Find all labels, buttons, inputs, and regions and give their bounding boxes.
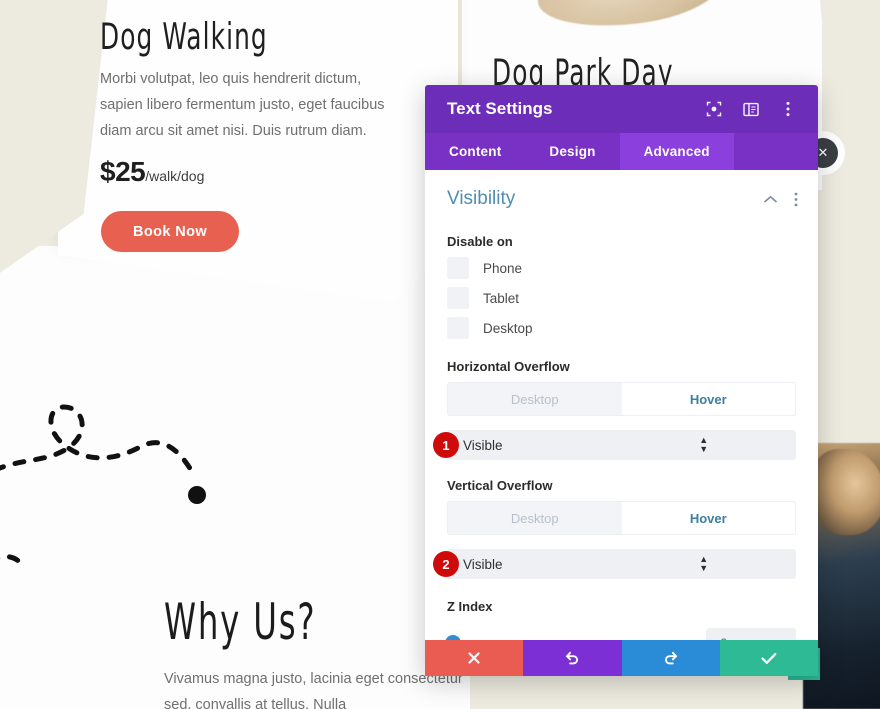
disable-on-label: Disable on <box>447 234 513 249</box>
undo-button[interactable] <box>523 640 622 676</box>
modal-header-actions <box>705 101 796 118</box>
horizontal-overflow-label: Horizontal Overflow <box>447 359 570 374</box>
horizontal-overflow-value: Visible <box>463 437 503 453</box>
step-badge-1: 1 <box>433 432 459 458</box>
horizontal-overflow-hover-tab[interactable]: Hover <box>621 383 795 415</box>
cancel-button[interactable] <box>425 640 524 676</box>
visibility-section-header: Visibility <box>425 170 818 218</box>
section-more-vertical-icon[interactable] <box>794 192 798 207</box>
checkbox-desktop[interactable] <box>447 317 469 339</box>
checkbox-row-tablet[interactable]: Tablet <box>425 287 818 309</box>
horizontal-overflow-desktop-tab[interactable]: Desktop <box>448 383 622 415</box>
select-arrows-icon: ▲ ▼ <box>699 435 709 454</box>
modal-header: Text Settings <box>425 85 818 133</box>
tab-advanced[interactable]: Advanced <box>619 133 734 170</box>
checkbox-label-phone: Phone <box>483 260 523 276</box>
why-us-heading: Why Us? <box>164 594 317 652</box>
tab-design[interactable]: Design <box>525 133 619 170</box>
checkbox-phone[interactable] <box>447 257 469 279</box>
chevron-up-icon[interactable] <box>763 195 778 204</box>
vertical-overflow-toggle: Desktop Hover <box>447 501 796 535</box>
focus-icon[interactable] <box>705 101 722 118</box>
pricing-card-price-row: $25/walk/dog <box>100 156 204 188</box>
pricing-card-title: Dog Walking <box>100 16 268 59</box>
redo-button[interactable] <box>621 640 720 676</box>
z-index-value[interactable]: 0 <box>706 628 796 640</box>
modal-body: Visibility Disable on Phone Tablet Deskt… <box>425 170 818 640</box>
z-index-slider-row: 0 <box>425 628 818 640</box>
save-button[interactable] <box>719 640 818 676</box>
z-index-label: Z Index <box>447 599 493 614</box>
section-title: Visibility <box>447 188 516 209</box>
tab-content[interactable]: Content <box>425 133 525 170</box>
why-us-body: Vivamus magna justo, lacinia eget consec… <box>164 671 463 709</box>
pricing-card-body: Morbi volutpat, leo quis hendrerit dictu… <box>100 71 385 139</box>
horizontal-overflow-select[interactable]: Visible ▲ ▼ <box>447 430 796 460</box>
horizontal-overflow-select-row: 1 Visible ▲ ▼ <box>425 430 818 460</box>
checkbox-label-tablet: Tablet <box>483 290 520 306</box>
vertical-overflow-desktop-tab[interactable]: Desktop <box>448 502 622 534</box>
modal-tabs: Content Design Advanced <box>425 133 818 170</box>
modal-title: Text Settings <box>447 99 553 118</box>
text-settings-modal: Text Settings Content Design Advanced Vi… <box>425 85 818 676</box>
checkbox-row-desktop[interactable]: Desktop <box>425 317 818 339</box>
z-index-slider-handle[interactable] <box>445 635 461 640</box>
more-vertical-icon[interactable] <box>779 101 796 118</box>
horizontal-overflow-toggle: Desktop Hover <box>447 382 796 416</box>
book-now-button[interactable]: Book Now <box>101 211 239 252</box>
checkbox-row-phone[interactable]: Phone <box>425 257 818 279</box>
pricing-card-price-unit: /walk/dog <box>145 168 205 184</box>
pricing-card-price: $25 <box>100 156 146 187</box>
screenshot-root: Dog Walking Morbi volutpat, leo quis hen… <box>0 0 880 709</box>
checkbox-label-desktop: Desktop <box>483 320 533 336</box>
vertical-overflow-label: Vertical Overflow <box>447 478 553 493</box>
step-badge-2: 2 <box>433 551 459 577</box>
vertical-overflow-value: Visible <box>463 556 503 572</box>
select-arrows-icon-2: ▲ ▼ <box>699 554 709 573</box>
vertical-overflow-select[interactable]: Visible ▲ ▼ <box>447 549 796 579</box>
tabs-filler <box>734 133 818 170</box>
vertical-overflow-select-row: 2 Visible ▲ ▼ <box>425 549 818 579</box>
vertical-overflow-hover-tab[interactable]: Hover <box>621 502 795 534</box>
decorative-dashed-path <box>0 404 206 570</box>
checkbox-tablet[interactable] <box>447 287 469 309</box>
modal-footer <box>425 640 818 676</box>
panel-layout-icon[interactable] <box>742 101 759 118</box>
